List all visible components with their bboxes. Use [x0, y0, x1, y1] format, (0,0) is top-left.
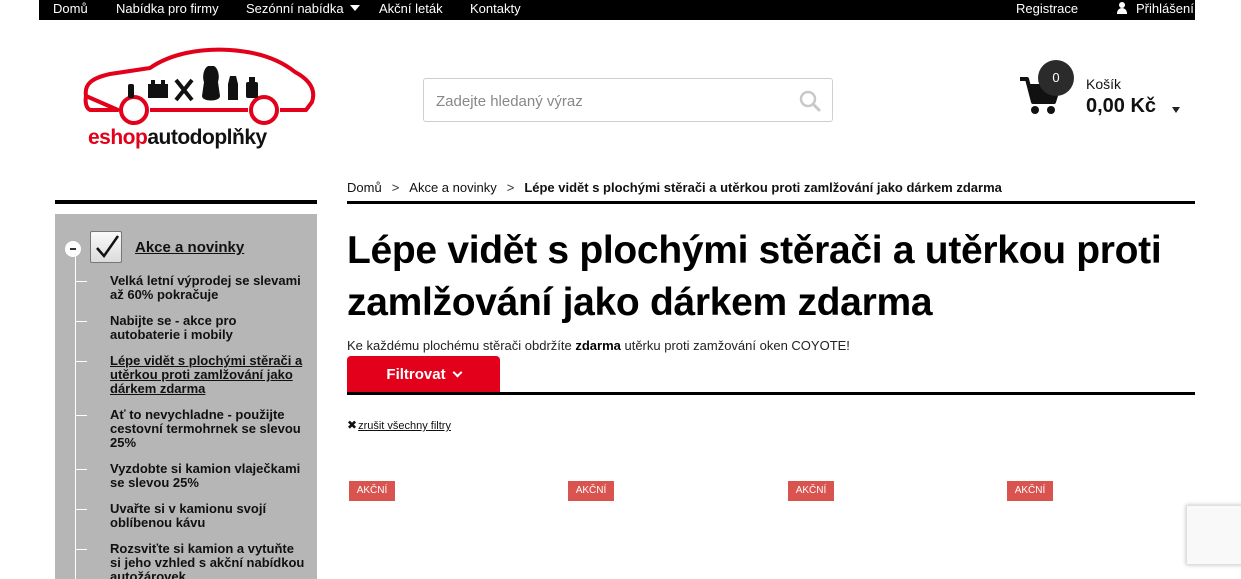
tree-line: [75, 254, 76, 579]
close-icon: ✖: [347, 418, 358, 432]
cart-label: Košík: [1086, 76, 1122, 92]
sidebar-item[interactable]: Rozsviťte si kamion a vytuňte si jeho vz…: [110, 542, 305, 579]
sale-badge: AKČNÍ: [788, 481, 834, 501]
login-link[interactable]: Přihlášení: [1116, 1, 1194, 17]
register-link[interactable]: Registrace: [1016, 1, 1078, 17]
tree-tick: [75, 281, 87, 282]
sidebar-divider: [55, 200, 317, 204]
filter-button-label: Filtrovat: [386, 366, 446, 383]
recaptcha-widget[interactable]: [1186, 505, 1241, 565]
site-logo[interactable]: eshopautodoplňky: [80, 46, 316, 156]
search-icon[interactable]: [798, 89, 822, 113]
sidebar-item-active[interactable]: Lépe vidět s plochými stěrači a utěrkou …: [110, 354, 305, 396]
chevron-down-icon[interactable]: [1172, 107, 1180, 113]
topnav-seasonal-label: Sezónní nabídka: [246, 1, 344, 16]
breadcrumb: Domů > Akce a novinky > Lépe vidět s plochým…: [347, 179, 1002, 195]
logo-text-eshop: eshop: [88, 126, 148, 149]
clear-filters-link[interactable]: ✖zrušit všechny filtry: [347, 418, 451, 432]
sale-badge: AKČNÍ: [1007, 481, 1053, 501]
topnav-leaflet-link[interactable]: Akční leták: [379, 1, 443, 17]
breadcrumb-current: Lépe vidět s plochými stěrači a utěrkou …: [524, 180, 1002, 196]
description-text: Ke každému plochému stěrači obdržíte: [347, 338, 576, 353]
cart-count-badge: 0: [1038, 60, 1074, 96]
user-icon: [1116, 2, 1128, 14]
tree-tick: [75, 361, 87, 362]
sidebar-item[interactable]: Ať to nevychladne - použijte cestovní te…: [110, 408, 305, 450]
page-title: Lépe vidět s plochými stěrači a utěrkou …: [347, 229, 1162, 324]
tree-tick: [75, 321, 87, 322]
tree-tick: [75, 415, 87, 416]
sidebar-item[interactable]: Velká letní výprodej se slevami až 60% p…: [110, 274, 305, 302]
sidebar-category-title[interactable]: Akce a novinky: [135, 239, 244, 256]
cart-widget[interactable]: 0 Košík 0,00 Kč: [1018, 60, 1188, 120]
topnav-seasonal-menu[interactable]: Sezónní nabídka: [246, 1, 360, 17]
logo-text-autodoplnky: autodoplňky: [147, 126, 267, 149]
search-box: [423, 78, 833, 122]
topnav-contacts-link[interactable]: Kontakty: [470, 1, 521, 17]
checkmark-icon: [96, 235, 120, 259]
breadcrumb-separator: >: [506, 180, 515, 196]
content-divider: [347, 201, 1195, 204]
topnav-home-link[interactable]: Domů: [53, 1, 88, 17]
sale-badge: AKČNÍ: [568, 481, 614, 501]
car-logo-icon: [83, 47, 316, 125]
description-bold: zdarma: [575, 338, 621, 353]
sale-badge: AKČNÍ: [349, 481, 395, 501]
chevron-down-icon: [349, 5, 360, 11]
topnav-business-link[interactable]: Nabídka pro firmy: [116, 1, 219, 17]
tree-tick: [75, 549, 87, 550]
sidebar-item[interactable]: Nabijte se - akce pro autobaterie i mobi…: [110, 314, 305, 342]
category-sidebar: Akce a novinky Velká letní výprodej se s…: [55, 214, 317, 579]
sidebar-item[interactable]: Vyzdobte si kamion vlaječkami se slevou …: [110, 462, 305, 490]
description-text: utěrku proti zamžování oken COYOTE!: [620, 338, 850, 353]
checkbox-checked[interactable]: [90, 231, 122, 263]
logo-wordmark: eshopautodoplňky: [88, 126, 267, 150]
filter-divider: [347, 392, 1195, 395]
category-description: Ke každému plochému stěrači obdržíte zda…: [347, 338, 850, 353]
sidebar-item[interactable]: Uvařte si v kamionu svojí oblíbenou kávu: [110, 502, 305, 530]
tree-tick: [75, 469, 87, 470]
breadcrumb-category-link[interactable]: Akce a novinky: [409, 180, 496, 195]
login-label: Přihlášení: [1136, 1, 1194, 16]
filter-button[interactable]: Filtrovat: [347, 356, 500, 394]
clear-filters-label: zrušit všechny filtry: [358, 420, 451, 432]
cart-total: 0,00 Kč: [1086, 95, 1157, 117]
breadcrumb-home-link[interactable]: Domů: [347, 180, 382, 195]
tree-tick: [75, 509, 87, 510]
collapse-icon[interactable]: [65, 241, 81, 257]
chevron-down-icon: [452, 367, 463, 378]
breadcrumb-separator: >: [391, 180, 400, 196]
top-navigation-bar: Domů Nabídka pro firmy Sezónní nabídka A…: [0, 0, 1241, 20]
search-input[interactable]: [436, 90, 786, 112]
